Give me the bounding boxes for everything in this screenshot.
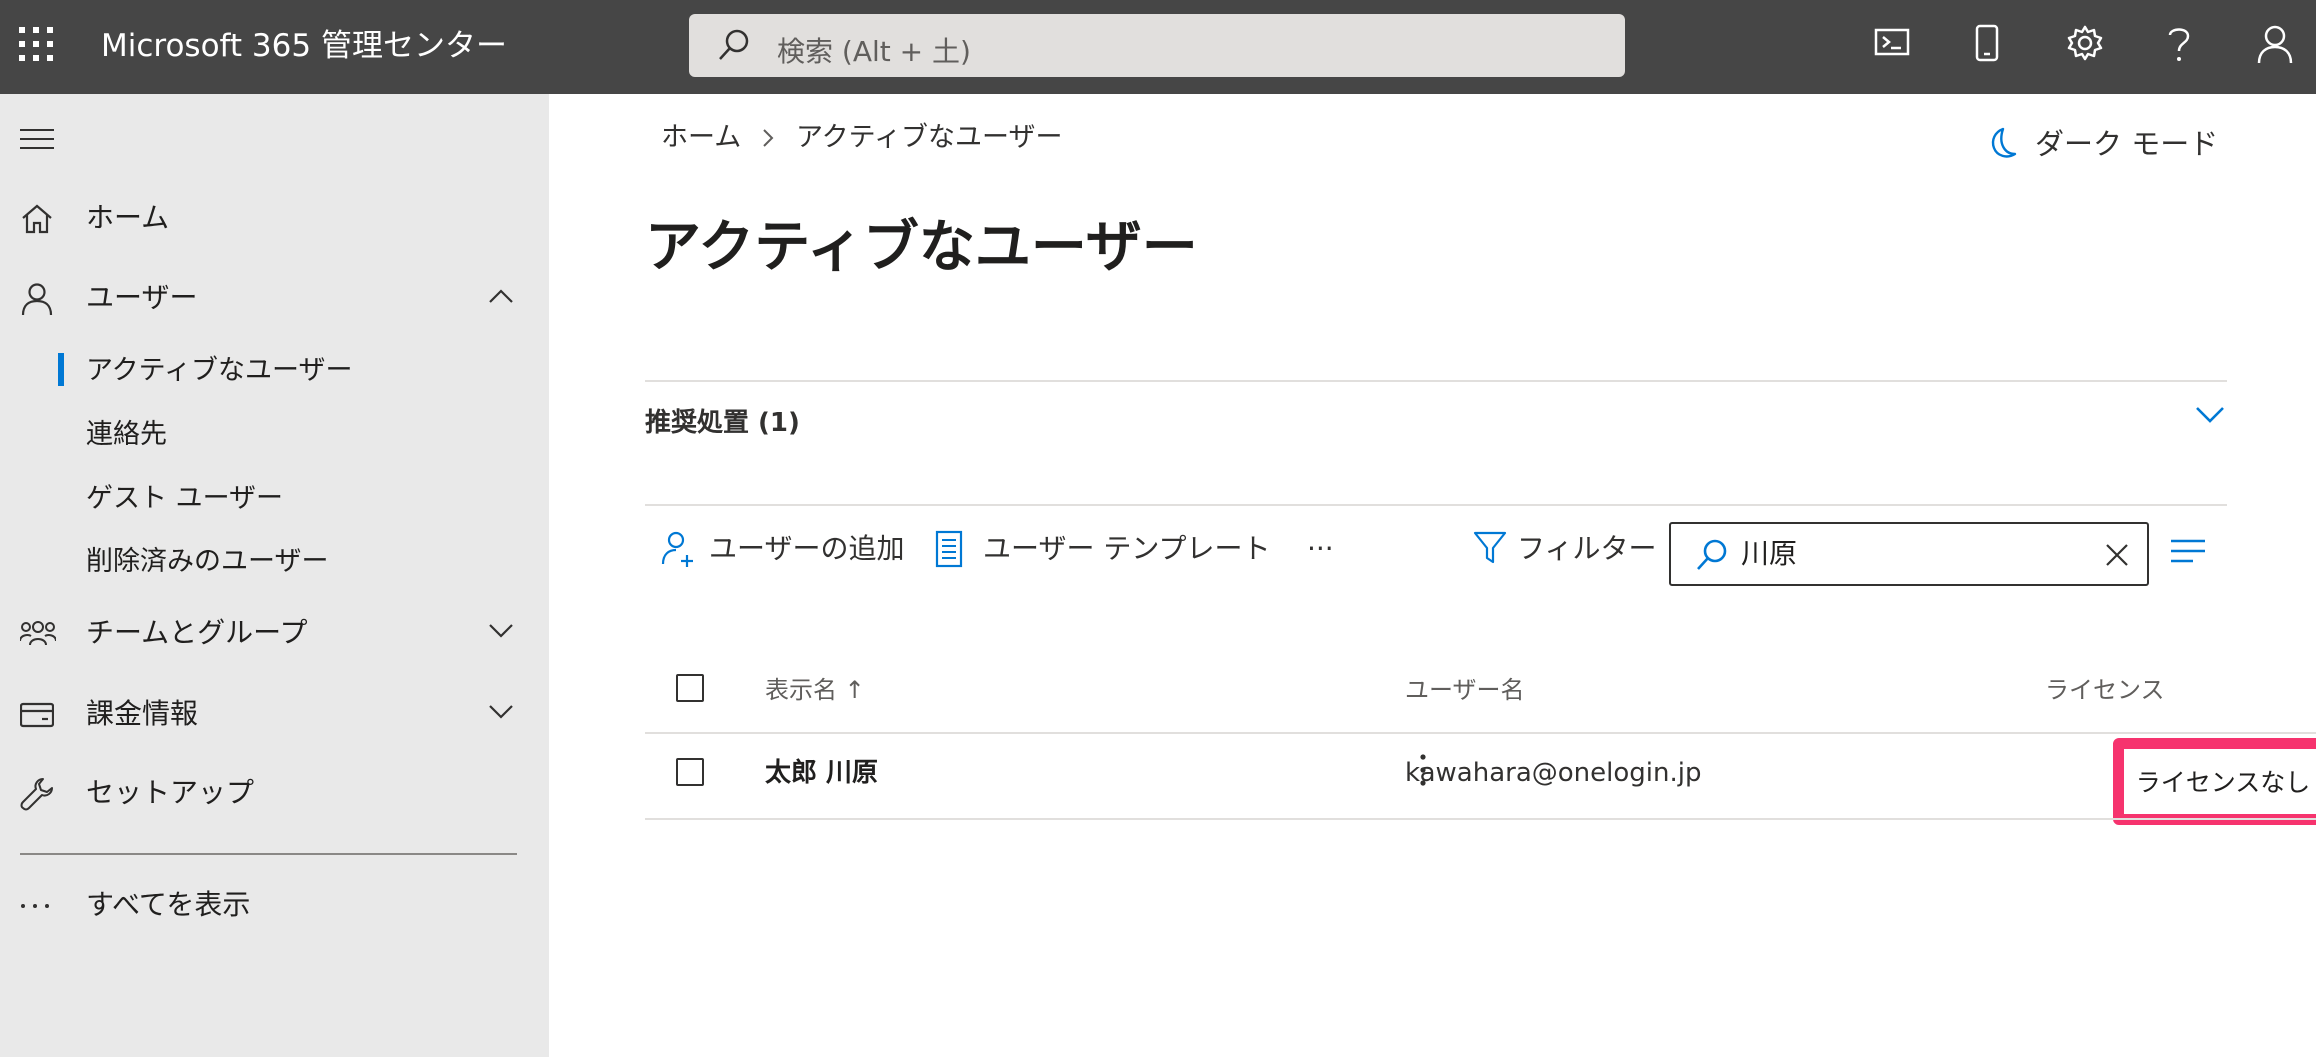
recommendations-label: 推奨処置 (1) [645,408,800,438]
chevron-down-icon[interactable] [2195,406,2225,424]
filter-label: フィルター [1517,532,1657,565]
people-icon [20,617,56,651]
filter-icon [1473,530,1507,566]
user-template-label: ユーザー テンプレート [983,532,1271,565]
nav-sub-deleted-users[interactable]: 削除済みのユーザー [0,535,549,589]
nav-sub-label: 削除済みのユーザー [86,546,329,577]
global-search-box[interactable]: 検索 (Alt + 土) [689,14,1625,77]
breadcrumb-home[interactable]: ホーム [661,120,741,156]
app-title[interactable]: Microsoft 365 管理センター [101,26,507,66]
view-options-icon[interactable] [2171,538,2205,564]
app-launcher-icon[interactable] [19,27,53,61]
column-header-user-name[interactable]: ユーザー名 [1405,674,1525,706]
divider [645,818,2316,820]
user-name-cell: kawahara@onelogin.jp [1405,758,1702,788]
user-search-value: 川原 [1741,537,1798,570]
display-name-cell[interactable]: 太郎 川原 [765,756,878,790]
close-icon[interactable] [2105,543,2129,567]
nav-item-label: セットアップ [86,776,255,809]
column-header-display-name[interactable]: 表示名 ↑ [765,674,865,706]
dark-mode-label: ダーク モード [2035,127,2219,161]
left-navigation: ホーム ユーザー アクティブなユーザー 連絡先 ゲスト ユーザー 削除済みのユー… [0,94,549,1057]
hamburger-menu-icon[interactable] [20,128,54,150]
table-row[interactable]: 太郎 川原 kawahara@onelogin.jp ライセンスなし [645,734,2316,825]
help-icon[interactable] [2164,24,2204,68]
nav-item-label: すべてを表示 [86,888,251,921]
nav-sub-label: 連絡先 [86,419,167,450]
license-highlight-box: ライセンスなし [2113,738,2316,825]
search-icon [717,28,751,62]
mobile-icon[interactable] [1974,24,2014,68]
nav-item-label: 課金情報 [86,697,199,730]
nav-item-users[interactable]: ユーザー [0,268,549,328]
account-icon[interactable] [2256,24,2296,68]
divider [645,380,2227,382]
nav-divider [20,853,517,855]
nav-sub-active-users[interactable]: アクティブなユーザー [0,344,549,398]
moon-icon [1987,126,2021,162]
top-bar: Microsoft 365 管理センター 検索 (Alt + 土) [0,0,2316,94]
page-title: アクティブなユーザー [645,215,1198,280]
nav-item-home[interactable]: ホーム [0,188,549,248]
more-commands-label: ··· [1307,532,1334,565]
user-icon [20,282,54,316]
billing-card-icon [20,698,54,732]
wrench-icon [20,777,54,811]
nav-item-label: チームとグループ [86,616,308,649]
user-search-input[interactable]: 川原 [1669,522,2149,586]
row-checkbox[interactable] [676,758,704,786]
breadcrumb-current: アクティブなユーザー [796,122,1063,153]
nav-item-billing[interactable]: 課金情報 [0,684,549,744]
recommendations-section[interactable]: 推奨処置 (1) [645,394,2227,446]
nav-item-label: ユーザー [86,281,198,314]
chevron-up-icon[interactable] [488,288,514,304]
settings-icon[interactable] [2066,24,2106,68]
selected-indicator [58,353,64,386]
ellipsis-icon [20,889,54,923]
nav-item-setup[interactable]: セットアップ [0,763,549,823]
nav-item-teams-groups[interactable]: チームとグループ [0,603,549,663]
add-user-icon [661,530,695,568]
license-cell: ライセンスなし [2135,768,2311,797]
nav-sub-label: ゲスト ユーザー [86,483,284,514]
template-document-icon [935,530,963,568]
search-icon [1695,538,1729,572]
search-placeholder: 検索 (Alt + 土) [777,35,971,68]
nav-item-show-all[interactable]: すべてを表示 [0,875,549,935]
chevron-down-icon[interactable] [488,704,514,720]
chevron-down-icon[interactable] [488,623,514,639]
column-header-license[interactable]: ライセンス [2045,674,2165,706]
select-all-checkbox[interactable] [676,674,704,702]
nav-sub-label: アクティブなユーザー [86,355,353,386]
nav-sub-contacts[interactable]: 連絡先 [0,408,549,462]
nav-item-label: ホーム [86,201,170,234]
main-content: ホーム アクティブなユーザー ダーク モード アクティブなユーザー 推奨処置 (… [549,94,2316,1057]
console-icon[interactable] [1874,24,1914,68]
home-icon [20,202,54,236]
chevron-right-icon [762,128,774,148]
divider [645,504,2227,506]
nav-sub-guest-users[interactable]: ゲスト ユーザー [0,472,549,526]
add-user-label: ユーザーの追加 [709,532,905,565]
